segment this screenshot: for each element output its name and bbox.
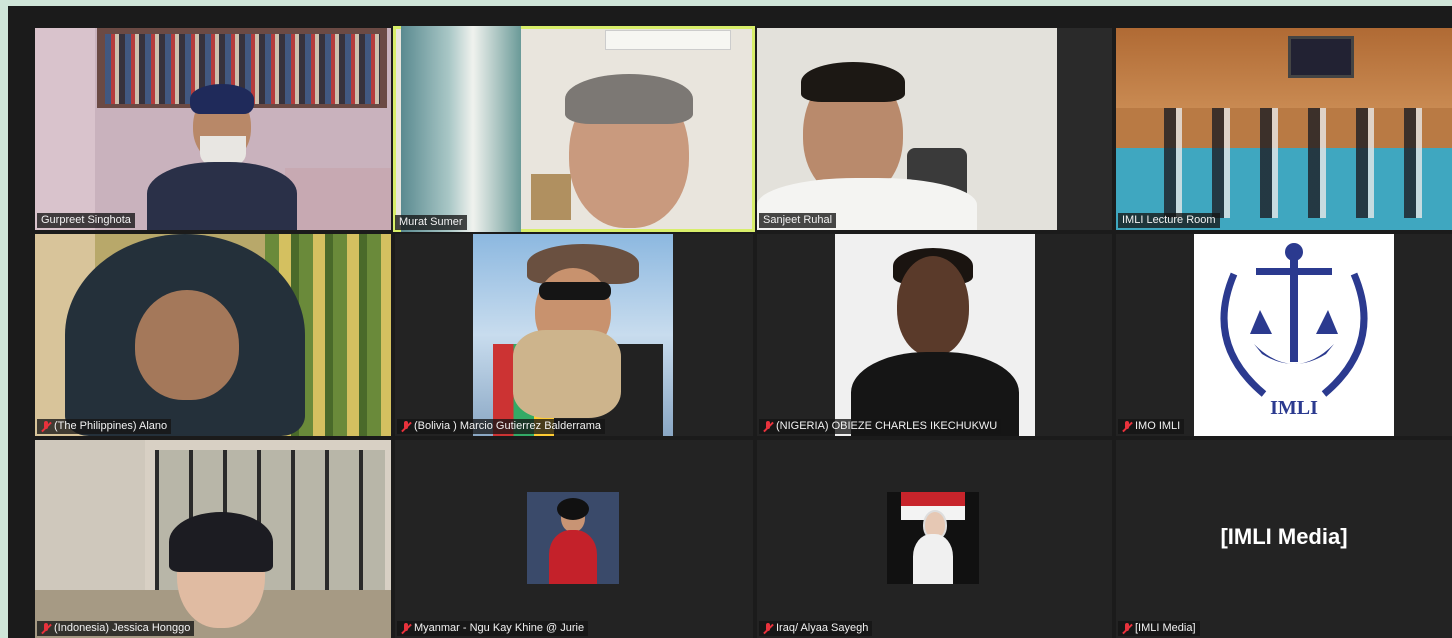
muted-mic-icon xyxy=(763,622,773,635)
muted-mic-icon xyxy=(1122,420,1132,433)
muted-mic-icon xyxy=(1122,622,1132,635)
video-tile-ngu-kay-khine[interactable]: Myanmar - Ngu Kay Khine @ Jurie xyxy=(395,440,753,638)
profile-picture xyxy=(887,492,979,584)
svg-text:IMLI: IMLI xyxy=(1270,397,1318,419)
participant-name-label: (Indonesia) Jessica Honggo xyxy=(37,621,195,636)
video-tile-alyaa[interactable]: Iraq/ Alyaa Sayegh xyxy=(757,440,1112,638)
muted-mic-icon xyxy=(41,420,51,433)
video-tile-alano[interactable]: (The Philippines) Alano xyxy=(35,234,391,436)
muted-mic-icon xyxy=(401,420,411,433)
participant-name-label: Murat Sumer xyxy=(395,215,467,230)
participant-name-label: Gurpreet Singhota xyxy=(37,213,135,228)
video-tile-obieze[interactable]: (NIGERIA) OBIEZE CHARLES IKECHUKWU xyxy=(757,234,1112,436)
participant-name-label: (The Philippines) Alano xyxy=(37,419,172,434)
profile-picture xyxy=(527,492,619,584)
imli-emblem-icon: IMLI xyxy=(1220,243,1368,419)
video-tile-murat-active-speaker[interactable]: Murat Sumer xyxy=(393,26,755,232)
muted-mic-icon xyxy=(763,420,773,433)
participant-name-placeholder: [IMLI Media] xyxy=(1220,524,1348,549)
participant-name-label: IMLI Lecture Room xyxy=(1118,213,1220,228)
participant-name-label: [IMLI Media] xyxy=(1118,621,1200,636)
muted-mic-icon xyxy=(401,622,411,635)
participant-name-label: Myanmar - Ngu Kay Khine @ Jurie xyxy=(397,621,589,636)
video-tile-imo-imli[interactable]: IMLI IMO IMLI xyxy=(1116,234,1452,436)
participant-name-label: Iraq/ Alyaa Sayegh xyxy=(759,621,873,636)
video-tile-gurpreet[interactable]: Gurpreet Singhota xyxy=(35,28,391,230)
video-tile-imli-media[interactable]: [IMLI Media] [IMLI Media] xyxy=(1116,440,1452,638)
video-tile-marcio[interactable]: (Bolivia ) Marcio Gutierrez Balderrama xyxy=(395,234,753,436)
participant-name-label: IMO IMLI xyxy=(1118,419,1185,434)
video-gallery: Gurpreet Singhota Murat Sumer Sanjeet Ru… xyxy=(8,6,1452,638)
video-tile-imli-lecture-room[interactable]: IMLI Lecture Room xyxy=(1116,28,1452,230)
video-tile-jessica[interactable]: (Indonesia) Jessica Honggo xyxy=(35,440,391,638)
imli-logo: IMLI xyxy=(1194,234,1394,436)
video-tile-sanjeet[interactable]: Sanjeet Ruhal xyxy=(757,28,1112,230)
muted-mic-icon xyxy=(41,622,51,635)
participant-name-label: (NIGERIA) OBIEZE CHARLES IKECHUKWU xyxy=(759,419,1002,434)
participant-name-label: Sanjeet Ruhal xyxy=(759,213,837,228)
participant-name-label: (Bolivia ) Marcio Gutierrez Balderrama xyxy=(397,419,606,434)
